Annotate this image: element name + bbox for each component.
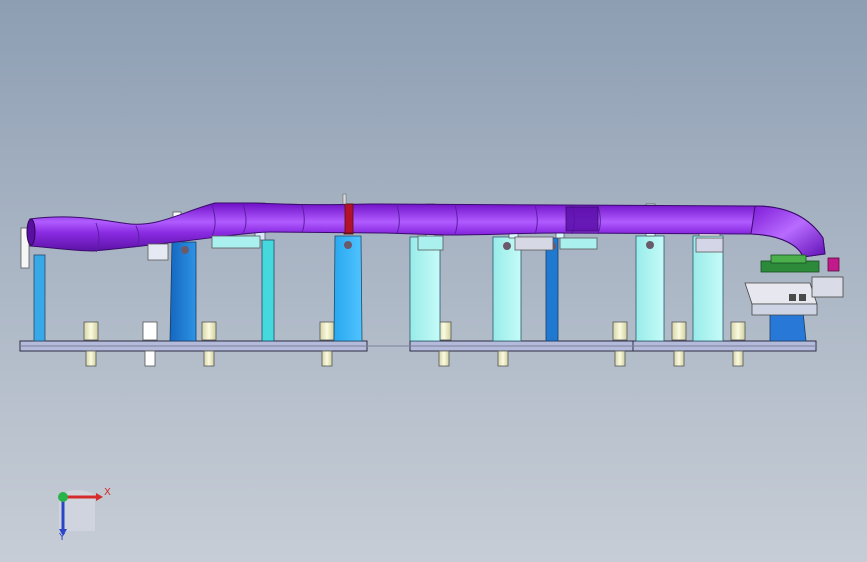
support-stand-1[interactable]	[169, 241, 197, 342]
pipe-red-band[interactable]	[344, 203, 354, 234]
cad-model-canvas[interactable]	[0, 0, 867, 562]
end-fixture[interactable]	[744, 254, 844, 316]
support-stand-2[interactable]	[261, 239, 275, 342]
clamp-bracket[interactable]	[147, 243, 169, 261]
support-stand-4[interactable]	[409, 236, 441, 342]
support-stand-5[interactable]	[492, 236, 522, 342]
support-stand-3[interactable]	[333, 235, 363, 342]
triad-x-label: X	[104, 487, 111, 498]
pipe-end-bend[interactable]	[750, 205, 826, 258]
clamp-bracket[interactable]	[417, 235, 444, 251]
cad-viewport[interactable]: X Y	[0, 0, 867, 562]
clamp-bracket[interactable]	[514, 236, 554, 251]
clamp-bracket[interactable]	[559, 237, 598, 250]
base-plates[interactable]	[19, 340, 817, 352]
triad-graphic	[58, 490, 103, 536]
triad-y-label: Y	[59, 532, 66, 543]
clamp-bracket[interactable]	[211, 235, 261, 249]
clamp-bracket[interactable]	[695, 237, 724, 253]
support-stand-7[interactable]	[635, 235, 665, 342]
support-stand-left-end[interactable]	[33, 254, 46, 342]
support-stand-6[interactable]	[545, 237, 559, 342]
